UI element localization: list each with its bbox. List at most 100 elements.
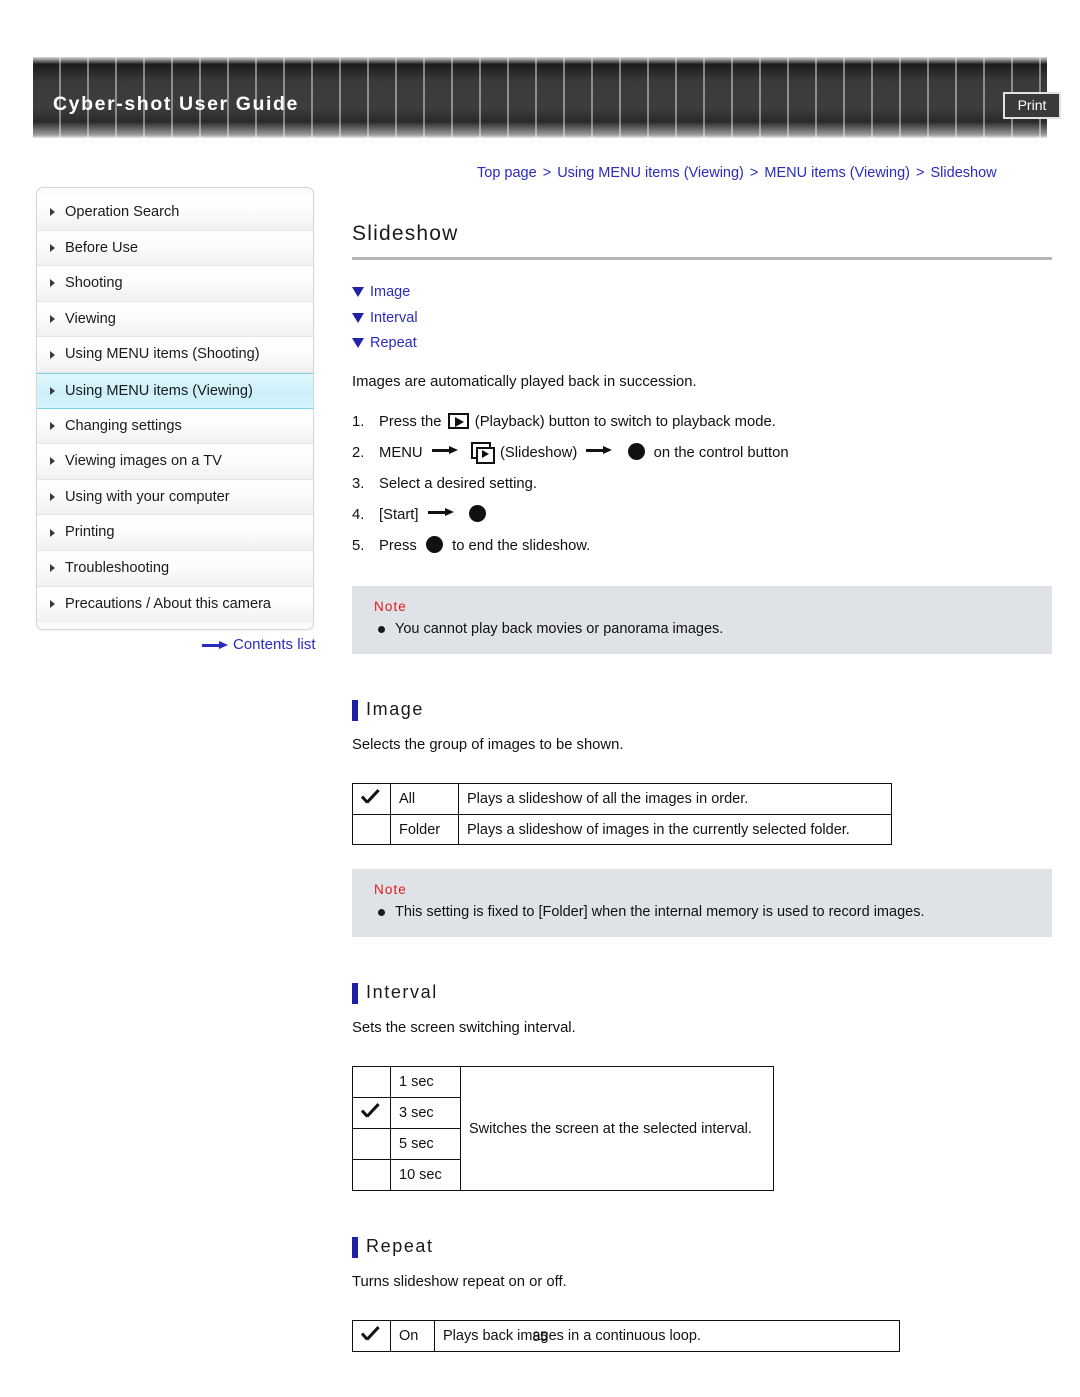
check-icon (361, 1103, 382, 1119)
sidebar-item-label: Troubleshooting (65, 559, 170, 576)
table-row[interactable]: All Plays a slideshow of all the images … (352, 783, 892, 816)
option-label: 5 sec (390, 1128, 461, 1161)
check-icon (361, 789, 382, 805)
step-text-before: Press the (379, 414, 442, 431)
sidebar-item-label: Using with your computer (65, 488, 230, 505)
sidebar-item-operation-search[interactable]: Operation Search (37, 195, 313, 231)
sidebar-item-using-menu-items-viewing[interactable]: Using MENU items (Viewing) (37, 372, 313, 409)
bullet-arrow-icon (50, 243, 55, 252)
bullet-arrow-icon (50, 493, 55, 502)
page-number: 85 (532, 1329, 548, 1344)
note-box-slideshow: Note You cannot play back movies or pano… (352, 586, 1052, 655)
option-description: Plays a slideshow of images in the curre… (458, 814, 892, 846)
anchor-link-list: Image Interval Repeat (352, 280, 1052, 357)
sidebar-item-changing-settings[interactable]: Changing settings (37, 408, 313, 445)
slideshow-icon (470, 442, 495, 465)
page-root: Cyber-shot User Guide Print Top page > U… (0, 0, 1080, 1397)
triangle-down-icon (352, 287, 364, 297)
checkmark-cell (352, 1097, 391, 1130)
triangle-down-icon (352, 338, 364, 348)
option-description: Plays a slideshow of all the images in o… (458, 783, 892, 816)
anchor-label: Image (370, 284, 411, 300)
sidebar-item-label: Precautions / About this camera (65, 595, 272, 612)
step-text-after: to end the slideshow. (452, 538, 591, 555)
section-description-repeat: Turns slideshow repeat on or off. (352, 1274, 567, 1291)
sidebar-item-printing[interactable]: Printing (37, 515, 313, 551)
option-description-shared: Switches the screen at the selected inte… (460, 1066, 774, 1192)
right-arrow-icon (202, 640, 228, 650)
breadcrumb-item-using-menu-items-viewing[interactable]: Using MENU items (Viewing) (557, 165, 744, 181)
section-description-interval: Sets the screen switching interval. (352, 1020, 576, 1037)
step-text-mid: (Slideshow) (499, 445, 578, 462)
interval-options-table: 1 sec Switches the screen at the selecte… (352, 1066, 774, 1192)
option-label: All (390, 783, 459, 816)
anchor-label: Interval (370, 309, 418, 326)
note-item: You cannot play back movies or panorama … (374, 619, 1052, 639)
note-title: Note (374, 599, 407, 615)
sidebar-item-using-menu-items-shooting[interactable]: Using MENU items (Shooting) (37, 337, 313, 373)
section-heading-image: Image (352, 699, 1052, 722)
contents-list-link[interactable]: Contents list (202, 636, 316, 653)
bullet-arrow-icon (50, 315, 55, 324)
breadcrumb-separator: > (542, 165, 552, 181)
bullet-arrow-icon (50, 457, 55, 466)
control-button-icon (627, 443, 645, 461)
note-item: This setting is fixed to [Folder] when t… (374, 902, 1052, 922)
app-title: Cyber-shot User Guide (53, 93, 299, 115)
print-button[interactable]: Print (1003, 92, 1061, 119)
sidebar-item-before-use[interactable]: Before Use (37, 230, 313, 267)
bullet-arrow-icon (50, 600, 55, 609)
sidebar-item-shooting[interactable]: Shooting (37, 266, 313, 302)
step-text-after: (Playback) button to switch to playback … (474, 414, 776, 431)
sidebar-item-label: Printing (65, 524, 115, 541)
step-1: 1. Press the (Playback) button to switch … (352, 407, 1052, 438)
sidebar-item-using-with-your-computer[interactable]: Using with your computer (37, 479, 313, 516)
breadcrumb-item-menu-items-viewing[interactable]: MENU items (Viewing) (764, 165, 910, 181)
step-text: [Start] (379, 507, 419, 524)
breadcrumb-separator: > (916, 165, 925, 181)
sidebar-item-label: Using MENU items (Viewing) (65, 382, 253, 399)
step-text-before: MENU (379, 445, 423, 462)
sidebar-item-viewing-images-on-a-tv[interactable]: Viewing images on a TV (37, 444, 313, 480)
anchor-link-repeat[interactable]: Repeat (352, 331, 1052, 357)
breadcrumb: Top page > Using MENU items (Viewing) > … (477, 165, 997, 181)
step-text-after: on the control button (653, 445, 789, 462)
step-number: 4. (352, 507, 365, 524)
bullet-arrow-icon (50, 386, 55, 395)
sidebar-item-label: Viewing (65, 310, 116, 327)
sidebar-item-label: Before Use (65, 239, 139, 256)
table-row[interactable]: Folder Plays a slideshow of images in th… (352, 814, 892, 846)
option-label: 3 sec (390, 1097, 461, 1130)
checkmark-cell (352, 814, 391, 846)
table-row[interactable]: 1 sec Switches the screen at the selecte… (352, 1066, 774, 1192)
anchor-link-interval[interactable]: Interval (352, 306, 1052, 332)
sidebar-item-label: Operation Search (65, 204, 180, 220)
sidebar-item-precautions-about-this-camera[interactable]: Precautions / About this camera (37, 586, 313, 623)
note-title: Note (374, 882, 407, 898)
option-label: Folder (390, 814, 459, 846)
step-2: 2. MENU (Slideshow) on the control button (352, 438, 1052, 469)
option-label: 10 sec (390, 1159, 461, 1192)
anchor-link-image[interactable]: Image (352, 280, 1052, 306)
bullet-arrow-icon (50, 421, 55, 430)
sidebar-item-label: Changing settings (65, 417, 182, 434)
section-heading-repeat: Repeat (352, 1236, 1052, 1259)
main-content: Slideshow Image Interval Repeat Images a… (352, 222, 1052, 1353)
sidebar-item-label: Viewing images on a TV (65, 453, 222, 470)
breadcrumb-separator: > (749, 165, 759, 181)
sidebar-item-troubleshooting[interactable]: Troubleshooting (37, 550, 313, 587)
image-options-table: All Plays a slideshow of all the images … (352, 783, 892, 846)
right-arrow-icon (586, 445, 613, 455)
note-box-image: Note This setting is fixed to [Folder] w… (352, 869, 1052, 938)
step-5: 5. Press to end the slideshow. (352, 531, 1052, 562)
sidebar-item-label: Shooting (65, 275, 123, 292)
breadcrumb-item-top-page[interactable]: Top page (477, 165, 537, 181)
breadcrumb-item-slideshow[interactable]: Slideshow (931, 165, 997, 181)
bullet-arrow-icon (50, 564, 55, 573)
intro-text: Images are automatically played back in … (352, 373, 697, 390)
step-3: 3. Select a desired setting. (352, 469, 1052, 500)
step-number: 5. (352, 538, 365, 555)
sidebar-item-viewing[interactable]: Viewing (37, 301, 313, 338)
checkmark-cell (352, 783, 391, 816)
right-arrow-icon (431, 445, 459, 455)
